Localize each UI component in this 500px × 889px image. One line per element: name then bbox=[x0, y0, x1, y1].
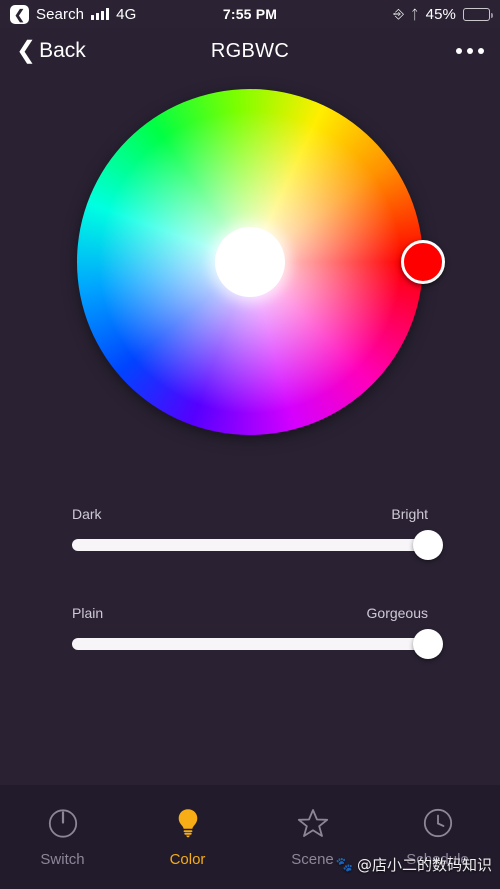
lightbulb-icon bbox=[178, 809, 197, 838]
ellipsis-dot bbox=[467, 48, 473, 54]
tab-scene-label: Scene bbox=[291, 851, 334, 868]
battery-percent-label: 45% bbox=[425, 5, 456, 23]
saturation-slider-labels: Plain Gorgeous bbox=[72, 605, 428, 621]
bottom-tab-bar: Switch Color Scene Schedule bbox=[0, 785, 500, 889]
brightness-slider: Dark Bright bbox=[72, 506, 443, 560]
tab-schedule[interactable]: Schedule bbox=[375, 806, 500, 868]
color-wheel[interactable] bbox=[77, 89, 445, 435]
back-button[interactable]: ❮ Back bbox=[16, 39, 86, 63]
clock-icon bbox=[423, 808, 452, 838]
brightness-min-label: Dark bbox=[72, 506, 102, 522]
back-button-label: Back bbox=[39, 39, 86, 62]
chevron-left-icon: ❮ bbox=[16, 37, 37, 64]
slider-section: Dark Bright Plain Gorgeous bbox=[0, 506, 500, 659]
brightness-max-label: Bright bbox=[391, 506, 428, 522]
tab-scene[interactable]: Scene bbox=[250, 806, 375, 868]
cellular-bars-icon bbox=[91, 8, 110, 20]
tab-schedule-label: Schedule bbox=[406, 851, 469, 868]
network-type-label: 4G bbox=[116, 5, 137, 23]
saturation-slider: Plain Gorgeous bbox=[72, 605, 443, 659]
color-wheel-white-center bbox=[215, 227, 285, 297]
tab-switch-label: Switch bbox=[40, 851, 85, 868]
status-bar-left: ❮ Search 4G bbox=[10, 4, 137, 24]
saturation-min-label: Plain bbox=[72, 605, 104, 621]
navigation-bar: ❮ Back RGBWC bbox=[0, 28, 500, 74]
ellipsis-dot bbox=[478, 48, 484, 54]
star-icon bbox=[297, 809, 328, 837]
color-wheel-handle[interactable] bbox=[401, 240, 445, 284]
status-back-icon[interactable]: ❮ bbox=[10, 4, 29, 24]
status-bar-right: ⎆ ᛏ 45% bbox=[393, 5, 493, 23]
tab-color-label: Color bbox=[169, 851, 206, 868]
status-bar: ❮ Search 4G 7:55 PM ⎆ ᛏ 45% bbox=[0, 0, 500, 28]
tab-switch[interactable]: Switch bbox=[0, 806, 125, 868]
status-back-label[interactable]: Search bbox=[36, 6, 84, 23]
saturation-slider-track[interactable] bbox=[72, 629, 443, 659]
bluetooth-icon: ᛏ bbox=[410, 6, 419, 22]
more-options-button[interactable] bbox=[456, 48, 484, 54]
rotation-lock-icon: ⎆ bbox=[393, 6, 404, 21]
saturation-max-label: Gorgeous bbox=[366, 605, 428, 621]
color-wheel-area bbox=[0, 74, 500, 506]
saturation-slider-thumb[interactable] bbox=[413, 629, 443, 659]
brightness-slider-track[interactable] bbox=[72, 530, 443, 560]
tab-color[interactable]: Color bbox=[125, 806, 250, 868]
power-icon bbox=[48, 809, 77, 838]
brightness-slider-labels: Dark Bright bbox=[72, 506, 428, 522]
battery-icon bbox=[463, 7, 493, 21]
ellipsis-dot bbox=[456, 48, 462, 54]
brightness-slider-thumb[interactable] bbox=[413, 530, 443, 560]
